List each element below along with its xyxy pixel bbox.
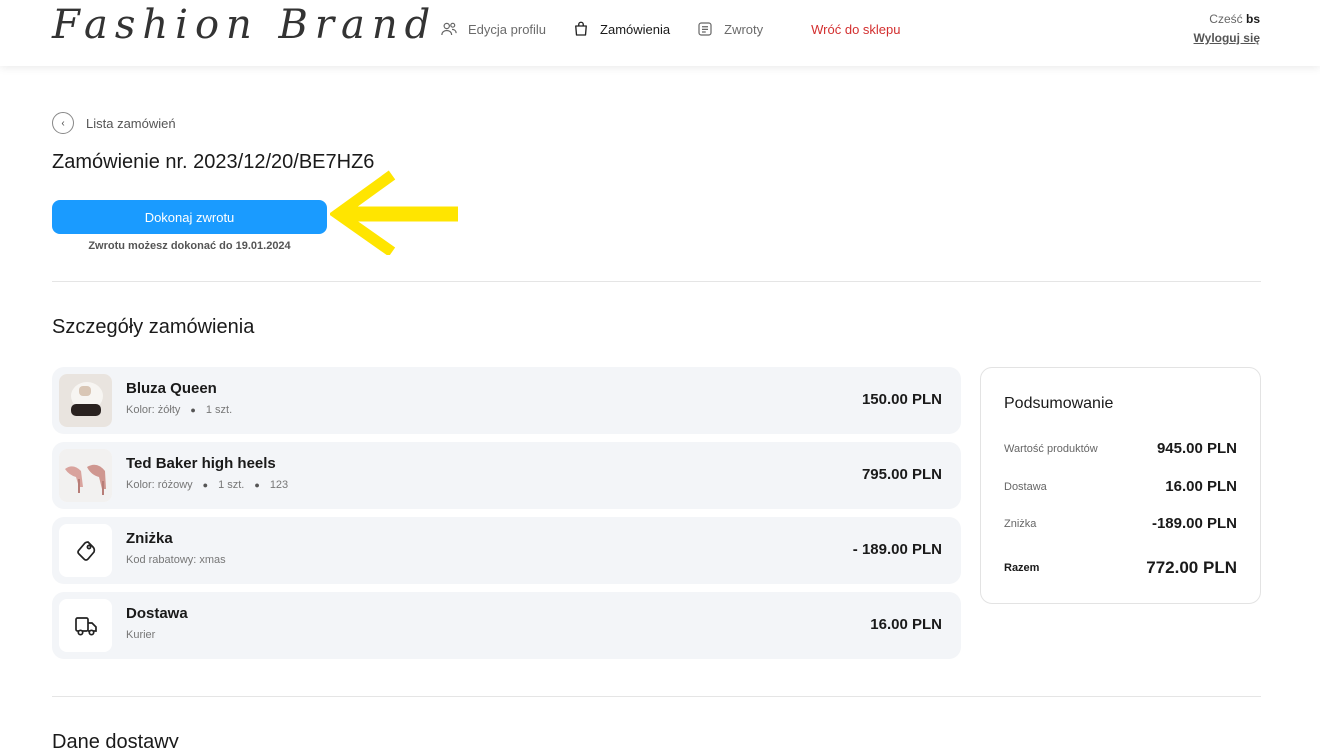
delivery-method: Kurier xyxy=(126,629,156,641)
item-meta: Kolor: żółty ● 1 szt. xyxy=(126,404,232,416)
discount-code: Kod rabatowy: xmas xyxy=(126,554,226,566)
divider xyxy=(52,696,1261,697)
discount-row: Zniżka Kod rabatowy: xmas - 189.00 PLN xyxy=(52,517,961,584)
make-return-button[interactable]: Dokonaj zwrotu xyxy=(52,200,327,234)
summary-value: 16.00 PLN xyxy=(1165,478,1237,495)
summary-title: Podsumowanie xyxy=(1004,395,1114,412)
nav-edit-profile[interactable]: Edycja profilu xyxy=(440,18,546,40)
shopping-bag-icon xyxy=(575,21,587,36)
item-size: 123 xyxy=(269,479,289,491)
delivery-row: Dostawa Kurier 16.00 PLN xyxy=(52,592,961,659)
summary-label: Wartość produktów xyxy=(1004,442,1098,455)
summary-total-value: 772.00 PLN xyxy=(1146,558,1237,577)
item-quantity: 1 szt. xyxy=(205,404,233,416)
item-color: Kolor: żółty xyxy=(126,404,181,416)
item-meta: Kolor: różowy ● 1 szt. ● 123 xyxy=(126,479,288,491)
delivery-data-title: Dane dostawy xyxy=(52,731,179,748)
order-item: Bluza Queen Kolor: żółty ● 1 szt. 150.00… xyxy=(52,367,961,434)
summary-label: Dostawa xyxy=(1004,480,1047,493)
item-price: - 189.00 PLN xyxy=(852,541,942,558)
item-meta: Kod rabatowy: xmas xyxy=(126,554,226,566)
summary-value: -189.00 PLN xyxy=(1151,515,1237,532)
summary-label: Zniżka xyxy=(1004,517,1037,530)
dot-separator: ● xyxy=(254,480,260,490)
back-to-orders-link[interactable]: ‹ Lista zamówień xyxy=(52,112,176,134)
page-title: Zamówienie nr. 2023/12/20/BE7HZ6 xyxy=(52,151,375,173)
return-deadline-note: Zwrotu możesz dokonać do 19.01.2024 xyxy=(88,240,291,252)
item-price: 150.00 PLN xyxy=(861,391,942,408)
summary-row: Zniżka -189.00 PLN xyxy=(1004,515,1237,532)
item-price: 16.00 PLN xyxy=(870,616,942,633)
nav-orders-label: Zamówienia xyxy=(600,21,671,37)
summary-row: Dostawa 16.00 PLN xyxy=(1004,478,1237,495)
logout-link[interactable]: Wyloguj się xyxy=(1194,31,1260,45)
nav-returns-label: Zwroty xyxy=(724,21,764,37)
item-name: Bluza Queen xyxy=(126,380,217,397)
document-icon xyxy=(698,22,712,36)
product-image xyxy=(59,374,112,427)
summary-total-row: Razem 772.00 PLN xyxy=(1004,558,1237,578)
summary-value: 945.00 PLN xyxy=(1156,440,1237,457)
summary-total-label: Razem xyxy=(1004,562,1040,574)
users-icon xyxy=(441,22,457,36)
username: bs xyxy=(1245,12,1260,26)
order-details-title: Szczegóły zamówienia xyxy=(52,316,255,338)
nav-returns[interactable]: Zwroty xyxy=(696,18,763,40)
order-summary: Podsumowanie Wartość produktów 945.00 PL… xyxy=(980,367,1261,604)
nav-orders[interactable]: Zamówienia xyxy=(572,18,670,40)
summary-row: Wartość produktów 945.00 PLN xyxy=(1004,440,1237,457)
user-greeting: Cześć bs Wyloguj się xyxy=(1194,12,1260,45)
order-item: Ted Baker high heels Kolor: różowy ● 1 s… xyxy=(52,442,961,509)
item-color: Kolor: różowy xyxy=(126,479,193,491)
item-name: Ted Baker high heels xyxy=(126,455,276,472)
item-quantity: 1 szt. xyxy=(218,479,245,491)
greeting-prefix: Cześć xyxy=(1209,12,1243,26)
account-nav: Edycja profilu Zamówienia Zwroty Wróć do… xyxy=(440,18,901,40)
item-name: Zniżka xyxy=(126,530,173,547)
item-price: 795.00 PLN xyxy=(861,466,942,483)
arrow-left-icon xyxy=(330,170,458,255)
dot-separator: ● xyxy=(202,480,209,490)
tag-icon xyxy=(59,524,112,577)
dot-separator: ● xyxy=(190,405,196,415)
chevron-left-icon: ‹ xyxy=(52,112,74,134)
top-header: Fashion Brand Edycja profilu Zamówienia … xyxy=(0,0,1320,66)
item-meta: Kurier xyxy=(126,629,155,641)
brand-logo[interactable]: Fashion Brand xyxy=(52,2,437,48)
back-to-shop-link[interactable]: Wróć do sklepu xyxy=(811,22,900,37)
nav-edit-profile-label: Edycja profilu xyxy=(468,21,547,37)
truck-icon xyxy=(59,599,112,652)
product-image xyxy=(59,449,112,502)
back-link-label: Lista zamówień xyxy=(86,115,176,131)
item-name: Dostawa xyxy=(126,605,188,622)
divider xyxy=(52,281,1261,282)
